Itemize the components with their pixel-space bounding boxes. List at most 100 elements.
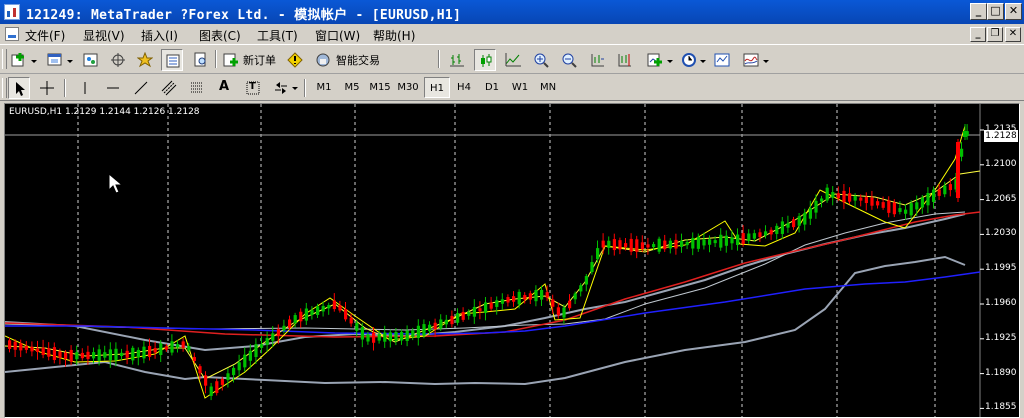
cursor-tool-button[interactable]	[8, 77, 30, 99]
bull-candle	[579, 285, 583, 292]
arrows-button[interactable]	[270, 77, 292, 99]
crosshair-navigator-icon	[111, 53, 125, 67]
minimize-button[interactable]: _	[970, 3, 987, 20]
new-chart-dropdown-icon[interactable]	[31, 60, 37, 63]
toolbar-grip[interactable]	[2, 49, 7, 69]
bear-candle	[836, 193, 840, 199]
timeframe-h1[interactable]: H1	[424, 77, 450, 98]
menu-help[interactable]: 帮助(H)	[373, 27, 415, 44]
strategy-tester-button[interactable]	[190, 49, 212, 71]
alert-button[interactable]	[284, 49, 306, 71]
horizontal-line-button[interactable]	[102, 77, 124, 99]
bull-candle	[814, 200, 818, 213]
bull-candle	[75, 352, 79, 360]
timeframe-m15[interactable]: M15	[367, 77, 393, 98]
menu-window[interactable]: 窗口(W)	[315, 27, 360, 44]
bull-candle	[226, 373, 230, 381]
timeframe-d1[interactable]: D1	[479, 77, 505, 98]
bear-candle	[344, 309, 348, 320]
bear-candle	[741, 233, 745, 244]
bear-candle	[948, 184, 952, 191]
candlestick-chart-button[interactable]	[474, 49, 496, 71]
chart-restore-button[interactable]: ❐	[987, 27, 1003, 42]
bull-candle	[321, 305, 325, 312]
bear-candle	[19, 343, 23, 351]
favorites-button[interactable]	[134, 49, 156, 71]
vertical-line-icon	[84, 82, 86, 94]
bull-candle	[657, 238, 661, 252]
bull-candle	[97, 349, 101, 361]
periods-dropdown-icon[interactable]	[700, 60, 706, 63]
bar-chart-button[interactable]	[446, 49, 468, 71]
menu-file[interactable]: 文件(F)	[25, 27, 65, 44]
menu-view[interactable]: 显视(V)	[83, 27, 125, 44]
timeframe-m5[interactable]: M5	[339, 77, 365, 98]
expert-advisors-button[interactable]	[312, 49, 334, 71]
chart-shift-button[interactable]	[614, 49, 636, 71]
profiles-dropdown-icon[interactable]	[67, 60, 73, 63]
bull-candle	[472, 306, 476, 317]
market-watch-button[interactable]	[80, 49, 102, 71]
timeframe-w1[interactable]: W1	[507, 77, 533, 98]
bull-candle	[422, 324, 426, 336]
expert-advisors-label[interactable]: 智能交易	[336, 52, 380, 68]
chart-minimize-button[interactable]: _	[970, 27, 986, 42]
templates-button[interactable]	[711, 49, 733, 71]
chart-properties-dropdown-icon[interactable]	[763, 60, 769, 63]
chart-canvas[interactable]	[5, 104, 1019, 417]
bear-candle	[489, 302, 493, 309]
price-level-label: 1.1925	[985, 332, 1017, 343]
bear-candle	[551, 299, 555, 307]
bear-candle	[192, 357, 196, 361]
bear-candle	[674, 239, 678, 249]
chart-properties-button[interactable]	[740, 49, 762, 71]
bull-candle	[170, 341, 174, 353]
menu-charts[interactable]: 图表(C)	[199, 27, 241, 44]
maximize-button[interactable]: □	[987, 3, 1004, 20]
auto-scroll-icon	[591, 54, 604, 67]
new-order-label[interactable]: 新订单	[243, 52, 276, 68]
new-chart-button[interactable]	[8, 49, 30, 71]
timeframe-h4[interactable]: H4	[451, 77, 477, 98]
equidistant-channel-button[interactable]	[158, 77, 180, 99]
bear-candle	[892, 202, 896, 215]
arrows-dropdown-icon[interactable]	[292, 87, 298, 90]
text-tool-button[interactable]: A	[214, 77, 236, 99]
indicators-dropdown-icon[interactable]	[667, 60, 673, 63]
periods-button[interactable]	[678, 49, 700, 71]
zoom-in-button[interactable]	[530, 49, 552, 71]
chart-close-button[interactable]: ✕	[1005, 27, 1021, 42]
indicators-button[interactable]	[644, 49, 666, 71]
price-chart[interactable]: EURUSD,H1 1.2129 1.2144 1.2126 1.2128 1.…	[4, 103, 1020, 418]
bear-candle	[859, 197, 863, 201]
menu-tools[interactable]: 工具(T)	[257, 27, 298, 44]
line-chart-button[interactable]	[502, 49, 524, 71]
timeframe-m1[interactable]: M1	[311, 77, 337, 98]
bear-candle	[646, 244, 650, 248]
navigator-button[interactable]	[107, 49, 129, 71]
arrows-icon	[275, 82, 287, 94]
timeframe-mn[interactable]: MN	[535, 77, 561, 98]
timeframe-m30[interactable]: M30	[395, 77, 421, 98]
menu-insert[interactable]: 插入(I)	[141, 27, 178, 44]
chart-window-icon[interactable]	[5, 27, 19, 41]
vertical-line-button[interactable]	[74, 77, 96, 99]
bear-candle	[288, 319, 292, 328]
crosshair-tool-button[interactable]	[36, 77, 58, 99]
trendline-button[interactable]	[130, 77, 152, 99]
metatrader-app-icon[interactable]	[4, 4, 20, 20]
new-order-button[interactable]	[220, 49, 242, 71]
fibonacci-button[interactable]	[186, 77, 208, 99]
close-button[interactable]: ✕	[1005, 3, 1022, 20]
zoom-out-button[interactable]	[558, 49, 580, 71]
text-label-button[interactable]: T	[242, 77, 264, 99]
window-title: 121249: MetaTrader ?Forex Ltd. - 模拟帐户 - …	[26, 8, 462, 23]
bull-candle	[142, 346, 146, 359]
auto-scroll-button[interactable]	[586, 49, 608, 71]
bear-candle	[164, 346, 168, 350]
bear-candle	[86, 351, 90, 359]
profiles-button[interactable]	[44, 49, 66, 71]
terminal-button[interactable]	[161, 49, 183, 71]
bear-candle	[8, 340, 12, 349]
toolbar-grip[interactable]	[2, 78, 7, 98]
